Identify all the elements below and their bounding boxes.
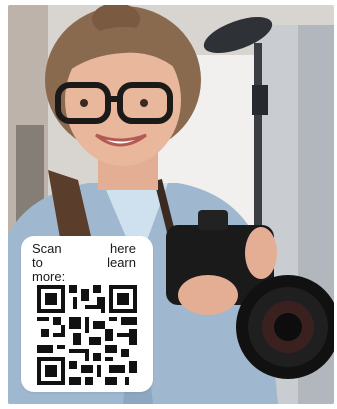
qr-instructions: Scan here to learn more:	[32, 242, 136, 284]
qr-text-line-3: more:	[32, 269, 66, 284]
qr-code-icon[interactable]	[37, 285, 137, 385]
qr-card[interactable]: Scan here to learn more:	[21, 236, 153, 392]
qr-text-line-1: Scan here	[32, 241, 136, 256]
qr-text-line-2: to learn	[32, 255, 136, 270]
